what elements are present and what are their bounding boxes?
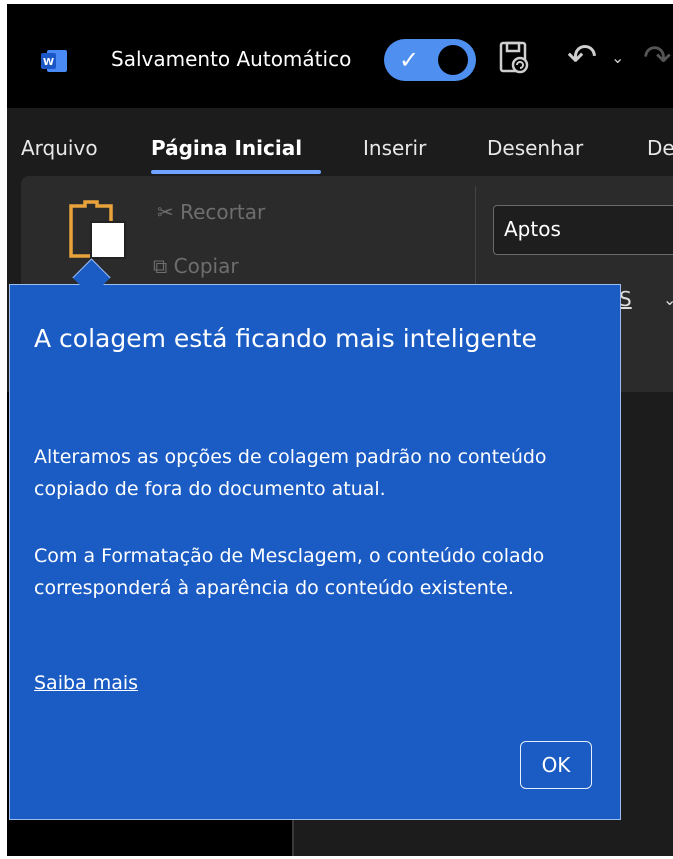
check-icon: ✓ bbox=[399, 46, 420, 74]
undo-icon[interactable]: ↶ bbox=[567, 40, 607, 76]
redo-icon[interactable]: ↷ bbox=[643, 40, 672, 76]
font-name-value: Aptos bbox=[504, 217, 561, 241]
save-icon[interactable] bbox=[498, 40, 532, 76]
paste-options-callout: A colagem está ficando mais inteligente … bbox=[9, 284, 621, 820]
active-tab-indicator bbox=[151, 170, 321, 174]
callout-paragraph-2: Com a Formatação de Mesclagem, o conteúd… bbox=[34, 545, 545, 599]
tab-pagina-inicial[interactable]: Página Inicial bbox=[151, 136, 302, 160]
cut-label: Recortar bbox=[180, 200, 266, 224]
scissors-icon: ✂ bbox=[157, 200, 181, 224]
word-logo[interactable]: W bbox=[41, 50, 67, 72]
toggle-knob bbox=[438, 45, 468, 75]
ribbon-tabs: Arquivo Página Inicial Inserir Desenhar … bbox=[7, 122, 673, 172]
copy-label: Copiar bbox=[173, 254, 239, 278]
chevron-down-icon[interactable]: ⌄ bbox=[611, 48, 624, 67]
cut-button[interactable]: ✂ Recortar bbox=[157, 200, 265, 224]
title-bar: W Salvamento Automático ✓ ↶ ⌄ ↷ bbox=[7, 4, 673, 108]
copy-button[interactable]: ⧉ Copiar bbox=[153, 254, 239, 278]
svg-text:W: W bbox=[43, 57, 54, 68]
tab-design[interactable]: De bbox=[647, 136, 673, 160]
callout-paragraph-1: Alteramos as opções de colagem padrão no… bbox=[34, 446, 547, 500]
tab-desenhar[interactable]: Desenhar bbox=[487, 136, 583, 160]
callout-title: A colagem está ficando mais inteligente bbox=[34, 324, 537, 353]
paste-icon[interactable] bbox=[67, 196, 131, 262]
chevron-down-icon[interactable]: ⌄ bbox=[663, 290, 673, 309]
tab-arquivo[interactable]: Arquivo bbox=[21, 136, 98, 160]
tab-inserir[interactable]: Inserir bbox=[363, 136, 426, 160]
autosave-label: Salvamento Automático bbox=[111, 47, 352, 71]
learn-more-link[interactable]: Saiba mais bbox=[34, 672, 138, 694]
ok-button[interactable]: OK bbox=[520, 741, 592, 789]
copy-icon: ⧉ bbox=[153, 254, 174, 278]
font-name-box[interactable]: Aptos bbox=[493, 205, 673, 255]
autosave-toggle[interactable]: ✓ bbox=[384, 39, 476, 81]
